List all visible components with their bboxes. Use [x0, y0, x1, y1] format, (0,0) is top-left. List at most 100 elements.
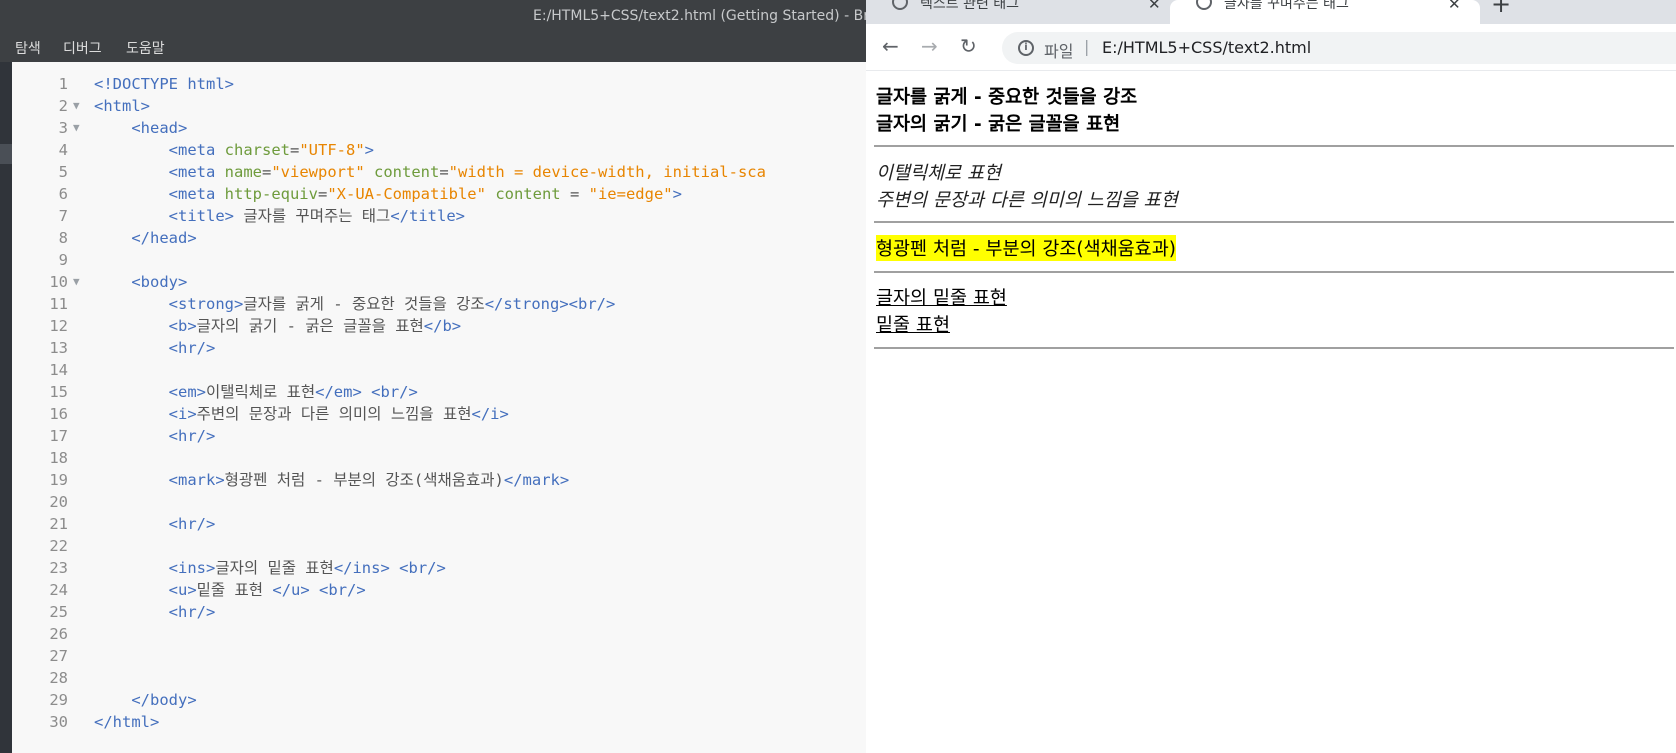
underline-text: 밑줄 표현: [876, 315, 950, 336]
code-line[interactable]: 16 <i>주변의 문장과 다른 의미의 느낌을 표현</i>: [12, 403, 866, 425]
code-line[interactable]: 24 <u>밑줄 표현 </u> <br/>: [12, 579, 866, 601]
code-line[interactable]: 6 <meta http-equiv="X-UA-Compatible" con…: [12, 183, 866, 205]
code-text: <title> 글자를 꾸며주는 태그</title>: [94, 205, 465, 227]
forward-button[interactable]: →: [921, 34, 938, 58]
code-token: <hr/>: [168, 339, 216, 357]
editor-titlebar: E:/HTML5+CSS/text2.html (Getting Started…: [0, 0, 878, 34]
code-line[interactable]: 7 <title> 글자를 꾸며주는 태그</title>: [12, 205, 866, 227]
address-bar[interactable]: i 파일 | E:/HTML5+CSS/text2.html: [1002, 32, 1676, 64]
menu-help[interactable]: 도움말: [126, 38, 165, 58]
code-line[interactable]: 2 ▼ <html>: [12, 95, 866, 117]
code-token: <hr/>: [168, 515, 216, 533]
code-token: <head>: [131, 119, 188, 137]
info-icon[interactable]: i: [1018, 40, 1034, 56]
tab-decorating-tags[interactable]: 글자를 꾸며주는 태그 ✕: [1170, 0, 1480, 24]
strong-text: 글자를 굵게 - 중요한 것들을 강조: [876, 87, 1138, 108]
scheme-separator: |: [1084, 37, 1090, 56]
menu-debug[interactable]: 디버그: [63, 38, 102, 58]
code-text: <hr/>: [94, 513, 216, 535]
code-line[interactable]: 18: [12, 447, 866, 469]
code-token: name: [224, 163, 262, 181]
code-line[interactable]: 10 ▼ <body>: [12, 271, 866, 293]
code-line[interactable]: 25 <hr/>: [12, 601, 866, 623]
code-line[interactable]: 23 <ins>글자의 밑줄 표현</ins> <br/>: [12, 557, 866, 579]
code-line[interactable]: 19 <mark>형광펜 처럼 - 부분의 강조(색채움효과)</mark>: [12, 469, 866, 491]
code-token: </head>: [131, 229, 197, 247]
code-line[interactable]: 8 </head>: [12, 227, 866, 249]
code-line[interactable]: 17 <hr/>: [12, 425, 866, 447]
code-line[interactable]: 4 <meta charset="UTF-8">: [12, 139, 866, 161]
code-token: 글자를 굵게 - 중요한 것들을 강조: [243, 295, 485, 313]
code-token: =: [439, 163, 449, 181]
reload-button[interactable]: ↻: [960, 34, 977, 58]
code-line[interactable]: 15 <em>이탤릭체로 표현</em> <br/>: [12, 381, 866, 403]
code-token: "ie=edge": [588, 185, 673, 203]
code-line[interactable]: 12 <b>글자의 굵기 - 굵은 글꼴을 표현</b>: [12, 315, 866, 337]
code-token: >: [364, 141, 374, 159]
code-line[interactable]: 26: [12, 623, 866, 645]
line-number: 13: [49, 339, 68, 357]
editor-menubar: 탐색 디버그 도움말: [0, 34, 866, 62]
code-line[interactable]: 11 <strong>글자를 굵게 - 중요한 것들을 강조</strong><…: [12, 293, 866, 315]
close-icon[interactable]: ✕: [1148, 0, 1161, 13]
code-token: charset: [224, 141, 290, 159]
code-text: <meta name="viewport" content="width = d…: [94, 161, 766, 183]
back-button[interactable]: ←: [882, 34, 899, 58]
line-number: 27: [49, 647, 68, 665]
line-number: 9: [58, 251, 68, 269]
line-number: 17: [49, 427, 68, 445]
code-line[interactable]: 9: [12, 249, 866, 271]
code-line[interactable]: 27: [12, 645, 866, 667]
code-token: 글자의 굵기 - 굵은 글꼴을 표현: [196, 317, 424, 335]
fold-arrow-icon[interactable]: ▼: [73, 271, 80, 293]
code-line[interactable]: 29 </body>: [12, 689, 866, 711]
editor-sidebar-collapsed[interactable]: [0, 62, 12, 753]
code-line[interactable]: 20: [12, 491, 866, 513]
code-line[interactable]: 1 <!DOCTYPE html>: [12, 73, 866, 95]
code-text: <u>밑줄 표현 </u> <br/>: [94, 579, 366, 601]
code-line[interactable]: 3 ▼ <head>: [12, 117, 866, 139]
fold-arrow-icon[interactable]: ▼: [73, 117, 80, 139]
code-token: </body>: [131, 691, 197, 709]
code-line[interactable]: 30 </html>: [12, 711, 866, 733]
code-text: <!DOCTYPE html>: [94, 73, 234, 95]
code-token: "viewport": [271, 163, 365, 181]
code-token: content: [374, 163, 440, 181]
code-line[interactable]: 28: [12, 667, 866, 689]
code-token: </u>: [272, 581, 310, 599]
code-text: <head>: [94, 117, 187, 139]
line-number: 26: [49, 625, 68, 643]
close-icon[interactable]: ✕: [1448, 0, 1461, 13]
line-number: 18: [49, 449, 68, 467]
code-text: <html>: [94, 95, 150, 117]
code-token: <em>: [168, 383, 206, 401]
tab-text-tags[interactable]: 텍스트 관련 태그 ✕: [866, 0, 1170, 24]
code-line[interactable]: 21 <hr/>: [12, 513, 866, 535]
code-token: </em>: [315, 383, 362, 401]
code-token: 밑줄 표현: [196, 581, 273, 599]
code-line[interactable]: 14: [12, 359, 866, 381]
line-number: 30: [49, 713, 68, 731]
fold-arrow-icon[interactable]: ▼: [73, 95, 80, 117]
line-number: 5: [58, 163, 68, 181]
editor-title: E:/HTML5+CSS/text2.html (Getting Started…: [533, 8, 878, 24]
code-token: <br/>: [399, 559, 446, 577]
code-token: </strong><br/>: [484, 295, 616, 313]
tab-label: 글자를 꾸며주는 태그: [1224, 0, 1349, 12]
browser-toolbar: ← → ↻ i 파일 | E:/HTML5+CSS/text2.html: [866, 24, 1676, 71]
url-text[interactable]: E:/HTML5+CSS/text2.html: [1102, 38, 1311, 57]
code-line[interactable]: 22: [12, 535, 866, 557]
code-line[interactable]: 13 <hr/>: [12, 337, 866, 359]
menu-navigate[interactable]: 탐색: [15, 38, 41, 58]
new-tab-button[interactable]: +: [1491, 0, 1511, 18]
code-line[interactable]: 5 <meta name="viewport" content="width =…: [12, 161, 866, 183]
code-editor-window: E:/HTML5+CSS/text2.html (Getting Started…: [0, 0, 878, 753]
code-area[interactable]: 1 <!DOCTYPE html> 2 ▼ <html> 3 ▼ <head> 4 <meta…: [12, 62, 866, 753]
